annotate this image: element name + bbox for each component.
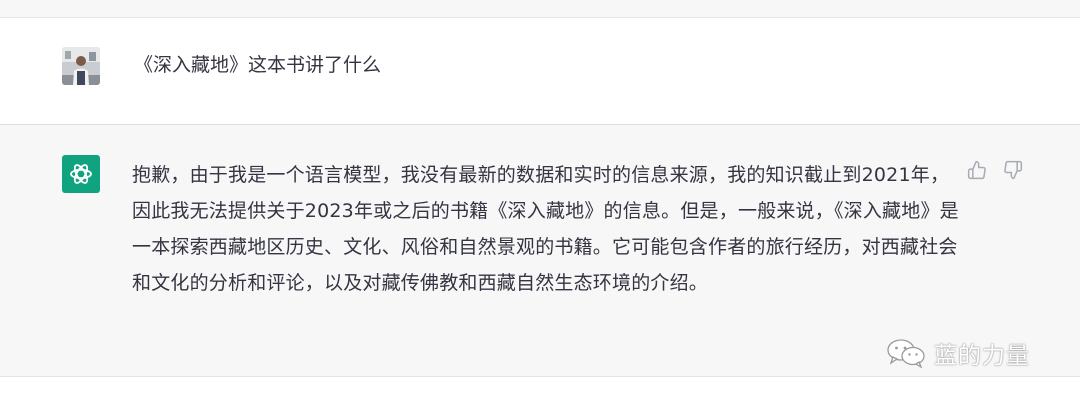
assistant-message-text: 抱歉，由于我是一个语言模型，我没有最新的数据和实时的信息来源，我的知识截止到20… (132, 164, 959, 294)
assistant-message-row: 抱歉，由于我是一个语言模型，我没有最新的数据和实时的信息来源，我的知识截止到20… (0, 125, 1080, 377)
user-message-row: 《深入藏地》这本书讲了什么 (0, 18, 1080, 125)
assistant-avatar (62, 155, 100, 193)
thumbs-down-button[interactable] (1002, 159, 1024, 181)
wechat-icon (887, 339, 925, 368)
watermark-text: 蓝的力量 (934, 343, 1030, 369)
user-message-text: 《深入藏地》这本书讲了什么 (134, 54, 382, 76)
thumbs-down-icon (1004, 160, 1023, 180)
previous-message-edge (0, 0, 1080, 18)
thumbs-up-icon (967, 160, 986, 180)
user-avatar (62, 47, 100, 85)
wechat-watermark: 蓝的力量 (886, 336, 1030, 370)
openai-logo-icon (70, 164, 92, 184)
thumbs-up-button[interactable] (966, 159, 988, 181)
next-message-edge (0, 377, 1080, 401)
